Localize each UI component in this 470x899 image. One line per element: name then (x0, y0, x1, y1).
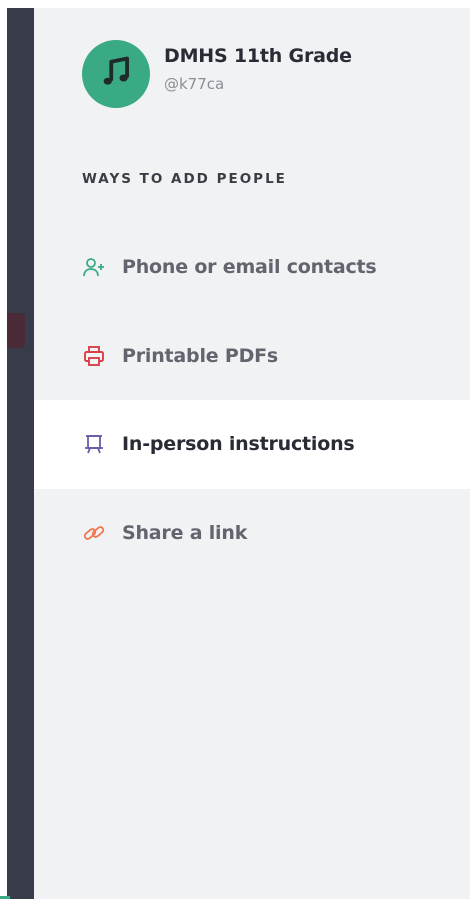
left-sidebar-strip (7, 8, 34, 899)
link-icon (82, 521, 106, 545)
app-frame: DMHS 11th Grade @k77ca WAYS TO ADD PEOPL… (0, 0, 470, 899)
menu-item-label: Share a link (122, 521, 248, 544)
class-avatar (82, 40, 150, 108)
section-title: WAYS TO ADD PEOPLE (82, 171, 287, 187)
music-note-icon (97, 53, 135, 95)
menu-item-label: Printable PDFs (122, 344, 279, 367)
printer-icon (82, 344, 106, 368)
menu-item-phone-email[interactable]: Phone or email contacts (34, 223, 470, 312)
menu-item-printable-pdfs[interactable]: Printable PDFs (34, 312, 470, 401)
presentation-board-icon (82, 432, 106, 456)
class-name: DMHS 11th Grade (164, 45, 352, 67)
menu-item-in-person-instructions[interactable]: In-person instructions (34, 400, 470, 489)
sidebar-marker[interactable] (7, 313, 25, 348)
class-handle: @k77ca (164, 75, 225, 93)
menu-item-share-link[interactable]: Share a link (34, 489, 470, 578)
add-people-panel: DMHS 11th Grade @k77ca WAYS TO ADD PEOPL… (34, 8, 470, 899)
class-header[interactable]: DMHS 11th Grade @k77ca (82, 40, 352, 108)
menu-item-label: In-person instructions (122, 433, 355, 456)
add-person-icon (82, 255, 106, 279)
menu-item-label: Phone or email contacts (122, 256, 377, 279)
class-info: DMHS 11th Grade @k77ca (164, 45, 352, 93)
add-people-menu: Phone or email contacts Printable PDFs I… (34, 223, 470, 577)
